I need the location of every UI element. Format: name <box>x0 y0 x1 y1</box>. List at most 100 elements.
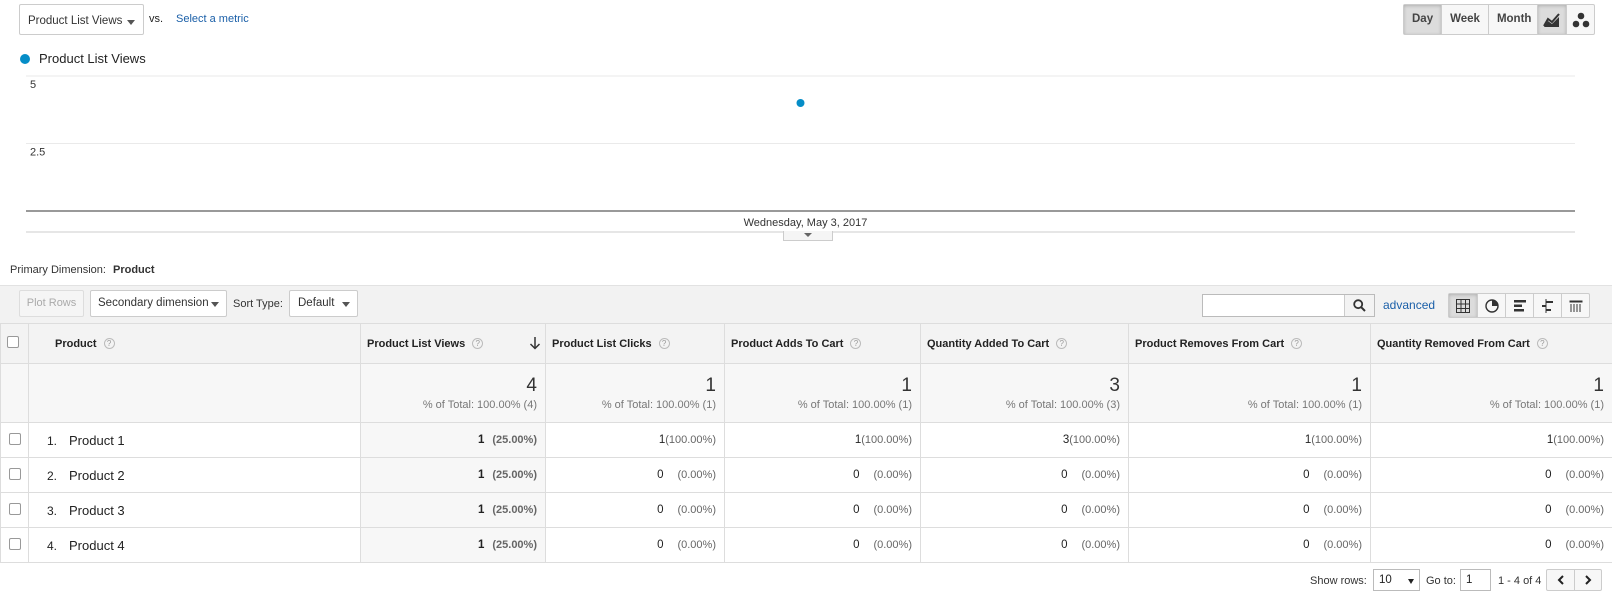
total-value: 1 <box>1593 375 1604 396</box>
collapse-chart-toggle[interactable] <box>783 231 833 241</box>
metric-percent: (0.00%) <box>873 469 912 481</box>
help-icon[interactable]: ? <box>1536 337 1548 349</box>
metric-value: 0 <box>1545 469 1552 481</box>
metric-value: 0 <box>1545 539 1552 551</box>
column-header-quantity-removed-from-cart[interactable]: Quantity Removed From Cart? <box>1370 323 1612 364</box>
pivot-view-button[interactable] <box>1561 294 1589 317</box>
metric-cell: 1(100.00%) <box>724 422 921 458</box>
show-rows-select[interactable]: 10 <box>1373 569 1420 591</box>
metric-value: 0 <box>1061 469 1068 481</box>
product-link[interactable]: Product 2 <box>69 468 125 483</box>
row-checkbox[interactable] <box>9 502 21 515</box>
primary-dimension-product[interactable]: Product <box>113 264 155 276</box>
sort-type-select[interactable]: Default <box>289 290 358 317</box>
secondary-dimension-label: Secondary dimension <box>98 297 209 309</box>
metric-value: 1 <box>477 539 485 551</box>
metric-cell: 1 (25.00%) <box>360 457 546 493</box>
total-value: 1 <box>705 375 716 396</box>
help-icon[interactable]: ? <box>472 337 484 349</box>
totals-cell: 1 % of Total: 100.00% (1) <box>545 363 725 423</box>
comparison-view-button[interactable] <box>1533 294 1561 317</box>
table-row: 4. Product 4 1 (25.00%) 0 (0.00%) 0 (0.00%) 0 (0.… <box>0 527 1612 563</box>
metric-value: 1 <box>477 434 485 446</box>
metric-value: 1 <box>477 504 485 516</box>
sort-descending-icon <box>529 337 541 350</box>
table-header-row: Product? Product List Views? Product Lis… <box>0 323 1612 364</box>
column-header-product-list-clicks[interactable]: Product List Clicks? <box>545 323 725 364</box>
performance-view-button[interactable] <box>1505 294 1533 317</box>
metric-percent: (0.00%) <box>1323 539 1362 551</box>
metric-percent: (0.00%) <box>1565 469 1604 481</box>
column-header-product-adds-to-cart[interactable]: Product Adds To Cart? <box>724 323 921 364</box>
motion-chart-icon <box>1572 12 1589 27</box>
metric-value: 0 <box>657 469 664 481</box>
chevron-down-icon <box>342 302 350 307</box>
column-header-label: Product List Views <box>367 337 466 350</box>
x-axis-label: Wednesday, May 3, 2017 <box>744 217 868 229</box>
week-button[interactable]: Week <box>1441 5 1488 34</box>
timeline-chart: 5 2.5 Wednesday, May 3, 2017 <box>26 75 1575 233</box>
metric-percent: (0.00%) <box>1565 504 1604 516</box>
metric-cell: 0 (0.00%) <box>920 457 1129 493</box>
goto-page-value: 1 <box>1466 574 1473 586</box>
product-cell: 2. Product 2 <box>28 457 361 493</box>
chevron-left-icon <box>1557 575 1564 585</box>
row-number: 2. <box>46 468 57 483</box>
previous-page-button[interactable] <box>1547 570 1574 590</box>
select-all-checkbox[interactable] <box>7 336 19 348</box>
metric-percent: (0.00%) <box>873 539 912 551</box>
select-metric-link[interactable]: Select a metric <box>176 13 249 25</box>
metric-value: 0 <box>657 539 664 551</box>
metric-value: 0 <box>1303 504 1310 516</box>
chart-legend: Product List Views <box>20 51 146 66</box>
help-icon[interactable]: ? <box>658 337 670 349</box>
metric-value: 0 <box>1061 504 1068 516</box>
data-view-button[interactable] <box>1449 294 1477 317</box>
metric-value: 0 <box>853 504 860 516</box>
metric-cell: 0 (0.00%) <box>920 527 1129 563</box>
metric-percent: (25.00%) <box>492 469 537 481</box>
help-icon[interactable]: ? <box>1291 337 1303 349</box>
help-icon[interactable]: ? <box>103 337 115 349</box>
percentage-view-button[interactable] <box>1477 294 1505 317</box>
day-button[interactable]: Day <box>1404 5 1442 34</box>
row-select-cell <box>0 492 29 528</box>
help-icon[interactable]: ? <box>1056 337 1068 349</box>
metric-cell: 1 (25.00%) <box>360 422 546 458</box>
next-page-button[interactable] <box>1574 570 1601 590</box>
search-button[interactable] <box>1344 295 1374 316</box>
secondary-dimension-select[interactable]: Secondary dimension <box>90 290 227 317</box>
plot-rows-button[interactable]: Plot Rows <box>19 290 84 317</box>
row-checkbox[interactable] <box>9 432 21 445</box>
total-percent: % of Total: 100.00% (4) <box>422 399 537 411</box>
data-point <box>796 99 805 107</box>
help-icon[interactable]: ? <box>850 337 862 349</box>
goto-page-input[interactable]: 1 <box>1460 569 1491 591</box>
row-checkbox[interactable] <box>9 467 21 480</box>
motion-chart-button[interactable] <box>1566 5 1594 34</box>
metric-select[interactable]: Product List Views <box>19 4 144 35</box>
column-header-label: Quantity Removed From Cart <box>1377 337 1530 350</box>
column-header-quantity-added-to-cart[interactable]: Quantity Added To Cart? <box>920 323 1129 364</box>
pie-chart-icon <box>1484 298 1499 313</box>
column-header-product[interactable]: Product? <box>28 323 361 364</box>
product-link[interactable]: Product 1 <box>69 433 125 448</box>
metric-value: 0 <box>853 469 860 481</box>
row-checkbox[interactable] <box>9 537 21 550</box>
metric-value: 0 <box>853 539 860 551</box>
product-cell: 3. Product 3 <box>28 492 361 528</box>
total-percent: % of Total: 100.00% (1) <box>1489 399 1604 411</box>
totals-cell: 3 % of Total: 100.00% (3) <box>920 363 1129 423</box>
product-link[interactable]: Product 4 <box>69 538 125 553</box>
column-header-product-removes-from-cart[interactable]: Product Removes From Cart? <box>1128 323 1371 364</box>
total-value: 1 <box>901 375 912 396</box>
totals-empty-cell <box>0 363 29 423</box>
table-search-input[interactable] <box>1202 294 1375 317</box>
metric-cell: 0 (0.00%) <box>920 492 1129 528</box>
column-header-product-list-views[interactable]: Product List Views? <box>360 323 546 364</box>
advanced-filter-link[interactable]: advanced <box>1383 298 1435 312</box>
month-button[interactable]: Month <box>1487 5 1539 34</box>
line-chart-button[interactable] <box>1538 5 1566 34</box>
product-link[interactable]: Product 3 <box>69 503 125 518</box>
metric-percent: (0.00%) <box>677 504 716 516</box>
